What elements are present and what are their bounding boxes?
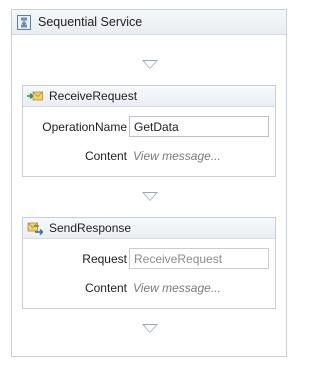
send-response-activity[interactable]: SendResponse Request ReceiveRequest Cont… (22, 217, 276, 309)
sequence-header[interactable]: Sequential Service (12, 10, 286, 35)
send-view-message-link[interactable]: View message... (133, 281, 221, 295)
send-content-label: Content (84, 281, 127, 295)
receive-view-message-link[interactable]: View message... (133, 149, 221, 163)
operation-name-row: OperationName GetData (23, 116, 275, 138)
operation-name-field[interactable]: GetData (129, 116, 269, 137)
request-row: Request ReceiveRequest (23, 248, 275, 270)
request-label: Request (82, 252, 127, 266)
receive-content-row: Content View message... (23, 145, 275, 167)
send-response-title: SendResponse (49, 221, 132, 235)
request-field[interactable]: ReceiveRequest (129, 248, 269, 269)
sequence-container[interactable]: Sequential Service ReceiveRequest Operat… (11, 9, 287, 357)
sequence-icon (17, 14, 31, 30)
receive-request-activity[interactable]: ReceiveRequest OperationName GetData Con… (22, 85, 276, 177)
send-response-header[interactable]: SendResponse (23, 218, 275, 239)
drop-target-arrow-2[interactable] (142, 192, 158, 201)
receive-envelope-icon (27, 89, 43, 103)
operation-name-label: OperationName (42, 120, 127, 134)
receive-request-header[interactable]: ReceiveRequest (23, 86, 275, 107)
sequence-title: Sequential Service (38, 15, 143, 29)
receive-request-title: ReceiveRequest (49, 89, 138, 103)
drop-target-arrow-3[interactable] (142, 324, 158, 333)
send-content-row: Content View message... (23, 277, 275, 299)
send-reply-icon (27, 221, 44, 236)
drop-target-arrow-1[interactable] (142, 60, 158, 69)
receive-content-label: Content (84, 149, 127, 163)
